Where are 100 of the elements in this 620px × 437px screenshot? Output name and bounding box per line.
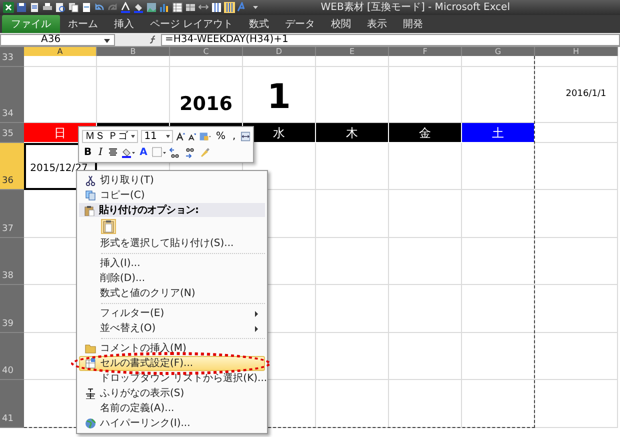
table-cell[interactable] xyxy=(389,333,462,380)
font-color-icon[interactable] xyxy=(120,2,131,13)
font-name-dropdown[interactable]: ＭＳ Ｐゴ xyxy=(82,130,138,142)
menu-item[interactable]: 数式と値のクリア(N) xyxy=(79,286,265,301)
excel-logo-icon[interactable] xyxy=(3,2,14,13)
row-header[interactable]: 40 xyxy=(0,333,24,380)
table-cell[interactable] xyxy=(535,143,618,190)
table-cell[interactable] xyxy=(316,333,389,380)
ribbon-tab[interactable]: 数式 xyxy=(241,15,278,33)
table-cell[interactable] xyxy=(316,190,389,238)
row-header[interactable]: 41 xyxy=(0,380,24,428)
menu-item[interactable]: セルの書式設定(F)... xyxy=(79,356,265,371)
chart-icon[interactable] xyxy=(159,2,170,13)
align-center-icon[interactable] xyxy=(108,147,118,157)
table-cell[interactable]: 金 xyxy=(389,123,462,143)
comma-button[interactable]: , xyxy=(230,130,238,142)
font-color-button[interactable]: A xyxy=(138,146,150,158)
copy-icon[interactable] xyxy=(68,2,79,13)
picture-icon[interactable] xyxy=(146,2,157,13)
table-cell[interactable] xyxy=(535,56,618,67)
menu-item[interactable]: ふりがなの表示(S) xyxy=(79,386,265,401)
italic-button[interactable]: I xyxy=(96,146,105,158)
decrease-decimal-icon[interactable] xyxy=(184,146,196,158)
menu-item[interactable]: 名前の定義(A)... xyxy=(79,401,265,416)
ribbon-tab[interactable]: データ xyxy=(277,15,324,33)
shrink-font-icon[interactable] xyxy=(188,130,196,142)
merge-center-icon[interactable] xyxy=(240,130,250,142)
name-box[interactable]: A36 xyxy=(0,34,115,46)
ribbon-tab[interactable]: ファイル xyxy=(2,15,60,33)
ribbon-tab[interactable]: ホーム xyxy=(60,15,106,33)
ribbon-tab[interactable]: ページ レイアウト xyxy=(142,15,242,33)
table-cell[interactable] xyxy=(316,238,389,285)
table-cell[interactable] xyxy=(462,56,535,67)
table-cell[interactable] xyxy=(316,285,389,333)
bold-button[interactable]: B xyxy=(82,146,94,158)
function-icon[interactable] xyxy=(149,35,158,44)
table-cell[interactable] xyxy=(97,56,170,67)
columns-icon[interactable] xyxy=(211,2,222,13)
font-size-dropdown[interactable]: 11 xyxy=(141,130,172,142)
undo-icon[interactable] xyxy=(94,2,105,13)
table-cell[interactable] xyxy=(243,56,316,67)
table-cell[interactable]: 木 xyxy=(316,123,389,143)
menu-item[interactable]: 挿入(I)... xyxy=(79,256,265,271)
menu-item[interactable]: 削除(D)... xyxy=(79,271,265,286)
row-header[interactable]: 37 xyxy=(0,190,24,238)
table-cell[interactable] xyxy=(389,238,462,285)
formula-field[interactable]: =H34-WEEKDAY(H34)+1 xyxy=(161,34,620,46)
row-header[interactable]: 36 xyxy=(0,143,24,190)
table-cell[interactable] xyxy=(24,56,97,67)
format-painter-icon[interactable] xyxy=(199,146,210,158)
menu-item[interactable]: コメントの挿入(M) xyxy=(79,341,265,356)
table-cell[interactable] xyxy=(170,56,243,67)
table-cell[interactable] xyxy=(535,123,618,143)
menu-item[interactable]: ハイパーリンク(I)... xyxy=(79,416,265,431)
percent-button[interactable]: % xyxy=(214,130,228,142)
ribbon-tab[interactable]: 表示 xyxy=(359,15,396,33)
table-cell[interactable] xyxy=(535,333,618,380)
fill-color-icon[interactable] xyxy=(120,146,135,158)
printer-icon[interactable] xyxy=(42,2,53,13)
menu-item[interactable]: 形式を選択して貼り付け(S)... xyxy=(79,236,265,251)
table-cell[interactable] xyxy=(389,380,462,428)
table-cell[interactable] xyxy=(535,238,618,285)
document-icon[interactable] xyxy=(29,2,40,13)
table-cell[interactable] xyxy=(462,190,535,238)
table-cell[interactable] xyxy=(389,143,462,190)
table-cell[interactable] xyxy=(316,143,389,190)
table-cell[interactable] xyxy=(316,380,389,428)
table-cell[interactable] xyxy=(462,143,535,190)
table-cell[interactable] xyxy=(389,190,462,238)
fill-color-icon[interactable] xyxy=(133,2,144,13)
ribbon-tab[interactable]: 校閲 xyxy=(323,15,360,33)
table-cell[interactable]: 2016/1/1 xyxy=(535,67,618,123)
increase-decimal-icon[interactable] xyxy=(169,146,182,158)
menu-item[interactable]: コピー(C) xyxy=(79,188,265,203)
row-header[interactable]: 35 xyxy=(0,123,24,143)
table-cell[interactable] xyxy=(462,333,535,380)
table-icon[interactable] xyxy=(172,2,183,13)
table-cell[interactable] xyxy=(535,190,618,238)
row-header[interactable]: 39 xyxy=(0,285,24,333)
table-cell[interactable] xyxy=(389,56,462,67)
grow-font-icon[interactable] xyxy=(176,130,185,142)
row-header[interactable]: 38 xyxy=(0,238,24,285)
table-cell[interactable] xyxy=(535,380,618,428)
weekday-label: 金 xyxy=(419,124,431,142)
table-icon[interactable] xyxy=(185,2,196,13)
table-cell[interactable] xyxy=(316,56,389,67)
row-header[interactable]: 34 xyxy=(0,67,24,123)
menu-item[interactable]: フィルター(E) xyxy=(79,306,265,321)
preview-icon[interactable] xyxy=(55,2,66,13)
table-cell[interactable] xyxy=(462,238,535,285)
ribbon-tab[interactable]: 開発 xyxy=(395,15,432,33)
document-icon[interactable] xyxy=(81,2,92,13)
table-cell[interactable]: 土 xyxy=(462,123,535,143)
column-header[interactable]: A xyxy=(24,47,97,56)
ribbon-tab[interactable]: 挿入 xyxy=(106,15,142,33)
menu-item[interactable]: 並べ替え(O) xyxy=(79,321,265,336)
table-cell[interactable] xyxy=(389,285,462,333)
save-icon[interactable] xyxy=(16,2,27,13)
paste-button[interactable] xyxy=(101,219,116,234)
table-cell[interactable] xyxy=(535,285,618,333)
